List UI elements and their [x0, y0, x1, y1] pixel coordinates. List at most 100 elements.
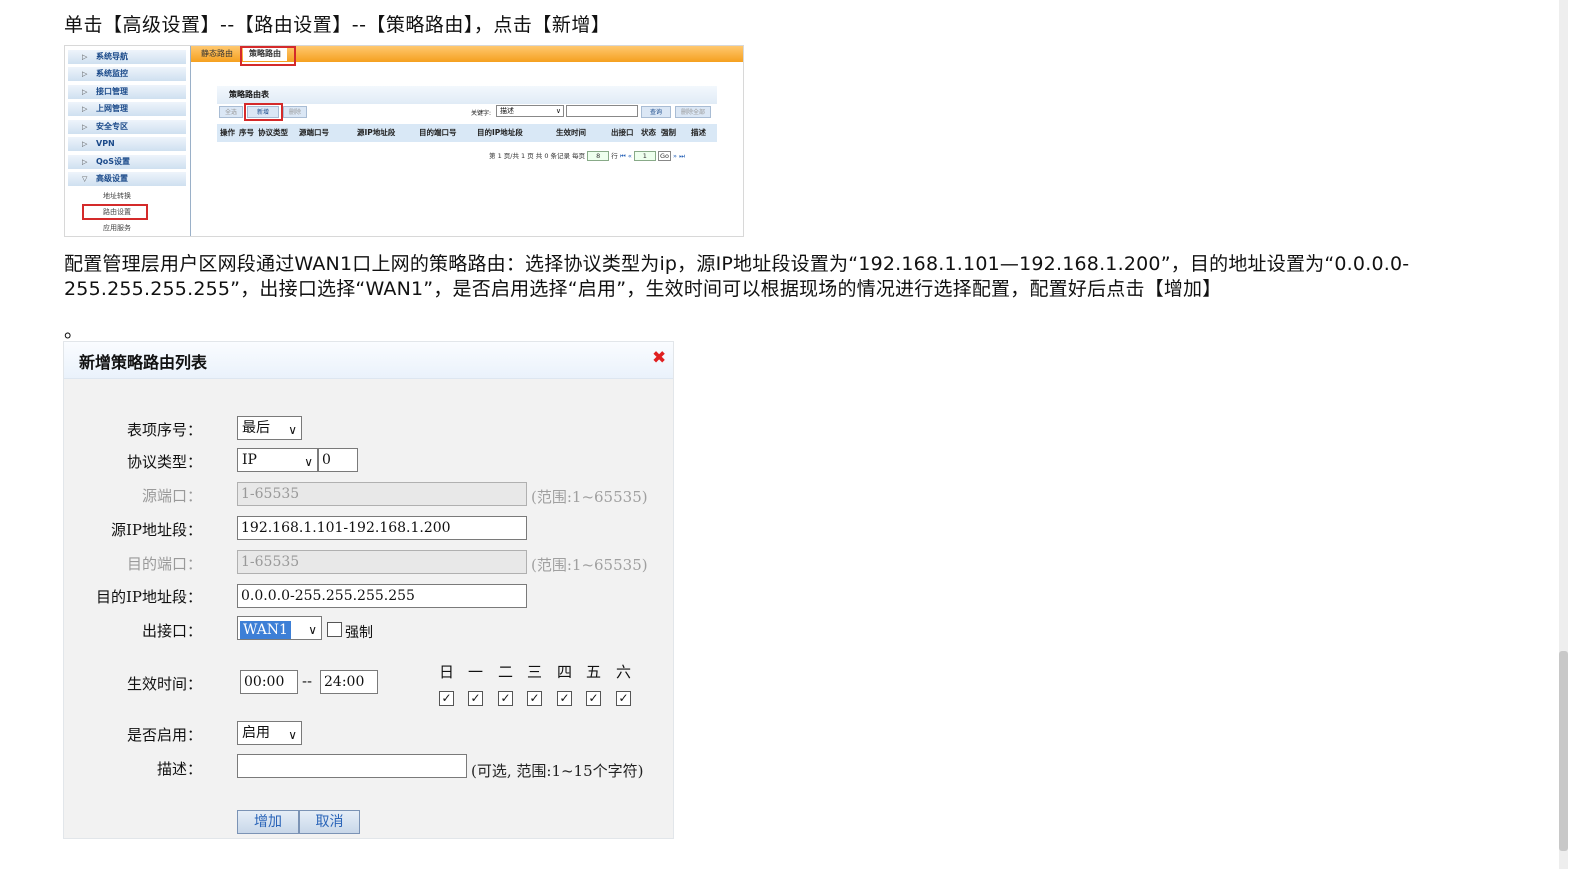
column-header: 目的IP地址段: [477, 128, 523, 137]
per-page-input[interactable]: 8: [587, 151, 610, 161]
protocol-select[interactable]: IP ∨: [237, 448, 318, 472]
protocol-number-input[interactable]: 0: [318, 448, 358, 472]
highlight-box: [240, 46, 296, 66]
day-checkbox-mon[interactable]: ✓: [468, 691, 483, 706]
day-checkbox-fri[interactable]: ✓: [586, 691, 601, 706]
triangle-right-icon: ▷: [82, 88, 88, 96]
column-header: 出接口: [611, 128, 634, 137]
out-interface-label: 出接口：: [141, 622, 202, 640]
search-select[interactable]: 描述 ∨: [496, 105, 564, 117]
go-button[interactable]: Go: [657, 151, 671, 161]
src-port-input[interactable]: 1-65535: [237, 482, 527, 506]
column-header: 源端口号: [299, 128, 329, 137]
sidebar: ▷ 系统导航 ▷ 系统监控 ▷ 接口管理 ▷ 上网管理 ▷ 安全专区 ▷ VPN ▷ QoS设…: [65, 46, 191, 236]
sidebar-item-internet[interactable]: ▷ 上网管理: [68, 102, 186, 116]
column-header: 源IP地址段: [357, 128, 396, 137]
sidebar-sub-app[interactable]: 应用服务: [103, 223, 131, 233]
intro-text: 单击【高级设置】--【路由设置】--【策略路由】，点击【新增】: [64, 14, 611, 36]
tab-static-route[interactable]: 静态路由: [195, 47, 239, 61]
column-header: 描述: [691, 128, 706, 137]
index-label: 表项序号：: [126, 421, 202, 439]
add-button[interactable]: 增加: [237, 810, 299, 834]
protocol-label: 协议类型：: [126, 453, 202, 471]
day-checkbox-thu[interactable]: ✓: [557, 691, 572, 706]
force-checkbox[interactable]: [327, 622, 342, 637]
dst-ip-label: 目的IP地址段：: [95, 588, 202, 606]
prev-page-icon[interactable]: «: [628, 152, 632, 160]
enable-select[interactable]: 启用 ∨: [237, 721, 302, 745]
chevron-down-icon: ∨: [288, 728, 297, 742]
query-button[interactable]: 查询: [641, 106, 671, 118]
day-checkbox-wed[interactable]: ✓: [527, 691, 542, 706]
column-header: 目的端口号: [419, 128, 457, 137]
enable-label: 是否启用：: [126, 726, 202, 744]
highlight-box: [82, 204, 148, 220]
triangle-right-icon: ▷: [82, 140, 88, 148]
description-hint: (可选, 范围:1~15个字符): [471, 762, 644, 780]
time-separator: --: [302, 674, 313, 690]
time-start-input[interactable]: 00:00: [240, 670, 298, 694]
description-input[interactable]: [237, 754, 467, 778]
sidebar-item-interface[interactable]: ▷ 接口管理: [68, 85, 186, 99]
delete-button[interactable]: 删除: [283, 106, 307, 118]
sidebar-item-nav[interactable]: ▷ 系统导航: [68, 50, 186, 64]
table-header: 操作 序号 协议类型 源端口号 源IP地址段 目的端口号 目的IP地址段 生效时…: [217, 124, 717, 142]
search-input[interactable]: [566, 105, 638, 117]
out-interface-select[interactable]: WAN1 ∨: [237, 616, 322, 640]
src-port-label: 源端口：: [141, 487, 202, 505]
day-checkbox-sat[interactable]: ✓: [616, 691, 631, 706]
sidebar-item-security[interactable]: ▷ 安全专区: [68, 120, 186, 134]
triangle-right-icon: ▷: [82, 70, 88, 78]
delete-all-button[interactable]: 删除全部: [675, 106, 711, 118]
column-header: 操作: [220, 128, 235, 137]
day-label-wed: 三: [527, 663, 543, 681]
column-header: 强制: [661, 128, 676, 137]
column-header: 状态: [641, 128, 656, 137]
day-checkbox-sun[interactable]: ✓: [439, 691, 454, 706]
dialog-title: 新增策略路由列表: [79, 353, 208, 372]
last-page-icon[interactable]: ⏭: [679, 152, 685, 160]
column-header: 协议类型: [258, 128, 288, 137]
instruction-paragraph: 配置管理层用户区网段通过WAN1口上网的策略路由：选择协议类型为ip，源IP地址…: [64, 253, 1410, 300]
scrollbar-thumb[interactable]: [1559, 651, 1568, 851]
day-label-fri: 五: [586, 663, 602, 681]
column-header: 序号: [239, 128, 254, 137]
day-checkbox-tue[interactable]: ✓: [498, 691, 513, 706]
cancel-button[interactable]: 取消: [299, 810, 360, 834]
sidebar-item-advanced[interactable]: ▽ 高级设置: [68, 172, 186, 186]
dst-port-label: 目的端口：: [126, 555, 202, 573]
column-header: 生效时间: [556, 128, 586, 137]
force-label: 强制: [345, 625, 373, 641]
src-ip-input[interactable]: 192.168.1.101-192.168.1.200: [237, 516, 527, 540]
day-label-thu: 四: [557, 663, 573, 681]
chevron-down-icon: ∨: [288, 423, 297, 437]
index-select[interactable]: 最后 ∨: [237, 416, 302, 440]
day-label-sun: 日: [439, 663, 455, 681]
chevron-down-icon: ∨: [304, 455, 313, 469]
chevron-down-icon: ∨: [308, 623, 317, 637]
day-label-mon: 一: [468, 663, 484, 681]
search-label: 关键字:: [471, 110, 492, 117]
dialog-header: 新增策略路由列表 ✖: [64, 342, 673, 379]
triangle-right-icon: ▷: [82, 105, 88, 113]
sidebar-item-qos[interactable]: ▷ QoS设置: [68, 155, 186, 169]
triangle-right-icon: ▷: [82, 53, 88, 61]
time-end-input[interactable]: 24:00: [320, 670, 378, 694]
add-policy-route-dialog: 新增策略路由列表 ✖ 表项序号： 最后 ∨ 协议类型： IP ∨ 0 源端口： 1-…: [63, 341, 674, 839]
next-page-icon[interactable]: »: [673, 152, 677, 160]
triangle-down-icon: ▽: [82, 175, 88, 183]
page-input[interactable]: 1: [633, 151, 656, 161]
dst-port-hint: (范围:1~65535): [531, 556, 648, 574]
select-all-button[interactable]: 全选: [219, 106, 243, 118]
chevron-down-icon: ∨: [555, 107, 561, 115]
dst-port-input[interactable]: 1-65535: [237, 550, 527, 574]
sidebar-sub-nat[interactable]: 地址转换: [103, 191, 131, 201]
first-page-icon[interactable]: ⏮: [620, 152, 626, 160]
src-port-hint: (范围:1~65535): [531, 488, 648, 506]
dst-ip-input[interactable]: 0.0.0.0-255.255.255.255: [237, 584, 527, 608]
sidebar-item-vpn[interactable]: ▷ VPN: [68, 137, 186, 151]
time-label: 生效时间：: [126, 675, 202, 693]
sidebar-item-monitor[interactable]: ▷ 系统监控: [68, 67, 186, 81]
close-icon[interactable]: ✖: [652, 350, 666, 367]
triangle-right-icon: ▷: [82, 123, 88, 131]
